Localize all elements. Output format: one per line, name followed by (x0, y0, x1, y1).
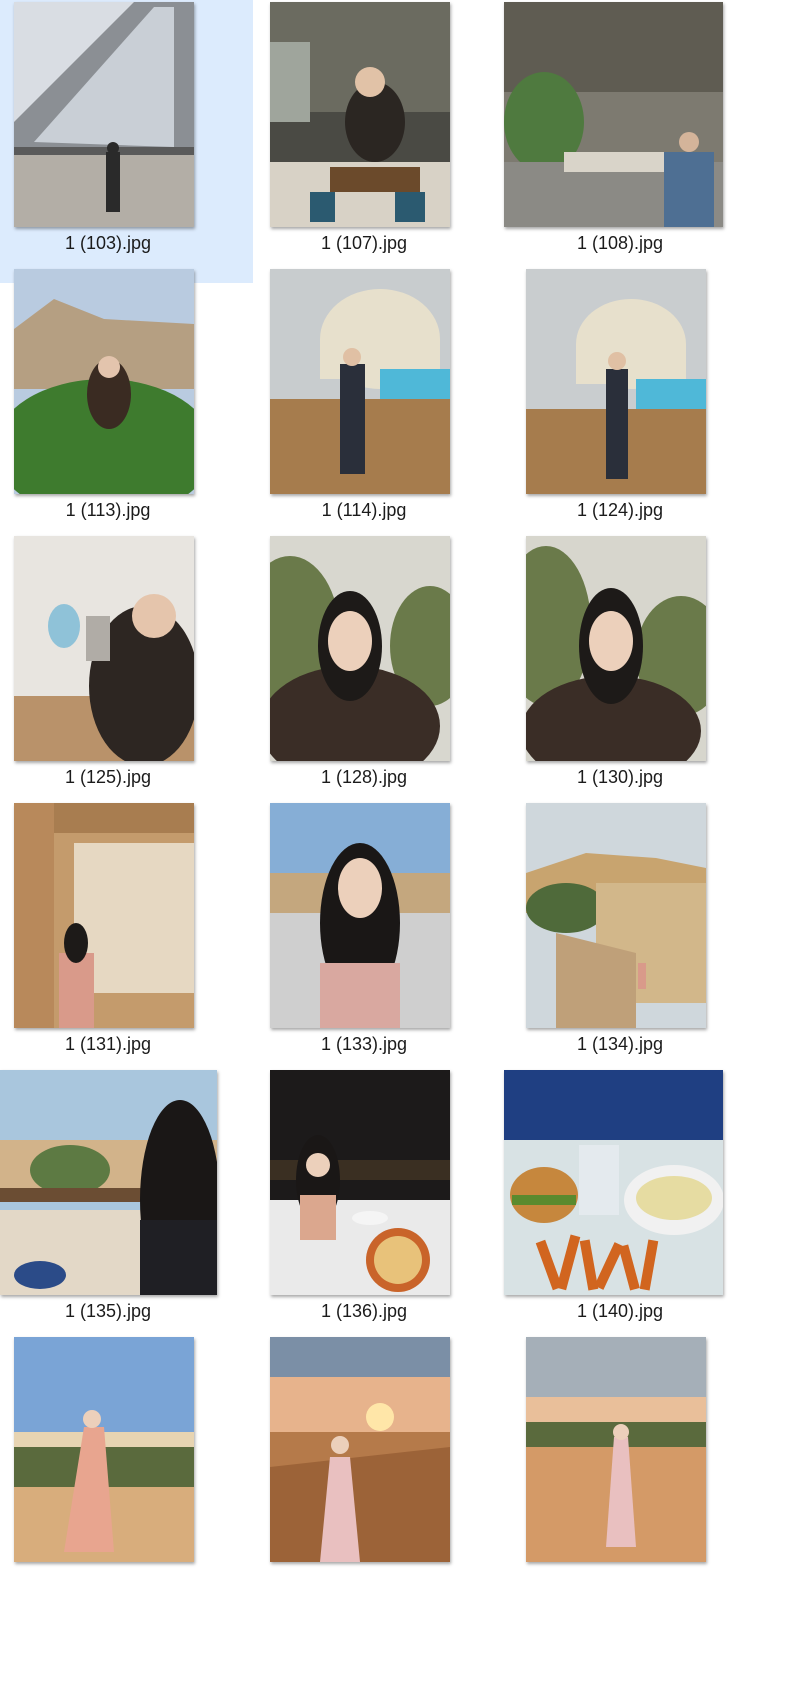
thumbnail-image (270, 1337, 450, 1562)
thumbnail-image (270, 536, 450, 761)
thumbnail-image (504, 2, 723, 227)
file-name-label[interactable]: 1 (103).jpg (0, 233, 216, 254)
file-explorer-thumbnail-grid: 1 (103).jpg 1 (107).jpg 1 (108).jpg 1 (1… (0, 0, 785, 1703)
thumbnail-image (504, 1070, 723, 1295)
file-name-label[interactable]: 1 (107).jpg (256, 233, 472, 254)
file-name-label[interactable]: 1 (125).jpg (0, 767, 216, 788)
file-name-label[interactable]: 1 (134).jpg (512, 1034, 728, 1055)
thumbnail-image (270, 2, 450, 227)
file-item[interactable] (256, 1335, 509, 1618)
file-name-label[interactable]: 1 (130).jpg (512, 767, 728, 788)
file-name-label[interactable]: 1 (113).jpg (0, 500, 216, 521)
thumbnail-image (526, 269, 706, 494)
thumbnail-image (14, 536, 194, 761)
file-name-label[interactable]: 1 (108).jpg (512, 233, 728, 254)
file-name-label[interactable]: 1 (124).jpg (512, 500, 728, 521)
thumbnail-image (270, 269, 450, 494)
thumbnail-image (14, 803, 194, 1028)
thumbnail-image (270, 1070, 450, 1295)
thumbnail-image (14, 269, 194, 494)
thumbnail-image (14, 1337, 194, 1562)
thumbnail-image (270, 803, 450, 1028)
file-name-label[interactable]: 1 (114).jpg (256, 500, 472, 521)
file-name-label[interactable]: 1 (140).jpg (512, 1301, 728, 1322)
thumbnail-image (0, 1070, 217, 1295)
file-name-label[interactable]: 1 (133).jpg (256, 1034, 472, 1055)
thumbnail-image (526, 803, 706, 1028)
file-name-label[interactable]: 1 (128).jpg (256, 767, 472, 788)
thumbnail-image (526, 1337, 706, 1562)
thumbnail-image (14, 2, 194, 227)
file-item[interactable] (512, 1335, 765, 1618)
file-name-label[interactable]: 1 (131).jpg (0, 1034, 216, 1055)
file-name-label[interactable]: 1 (136).jpg (256, 1301, 472, 1322)
file-item[interactable] (0, 1335, 253, 1618)
thumbnail-image (526, 536, 706, 761)
file-name-label[interactable]: 1 (135).jpg (0, 1301, 216, 1322)
